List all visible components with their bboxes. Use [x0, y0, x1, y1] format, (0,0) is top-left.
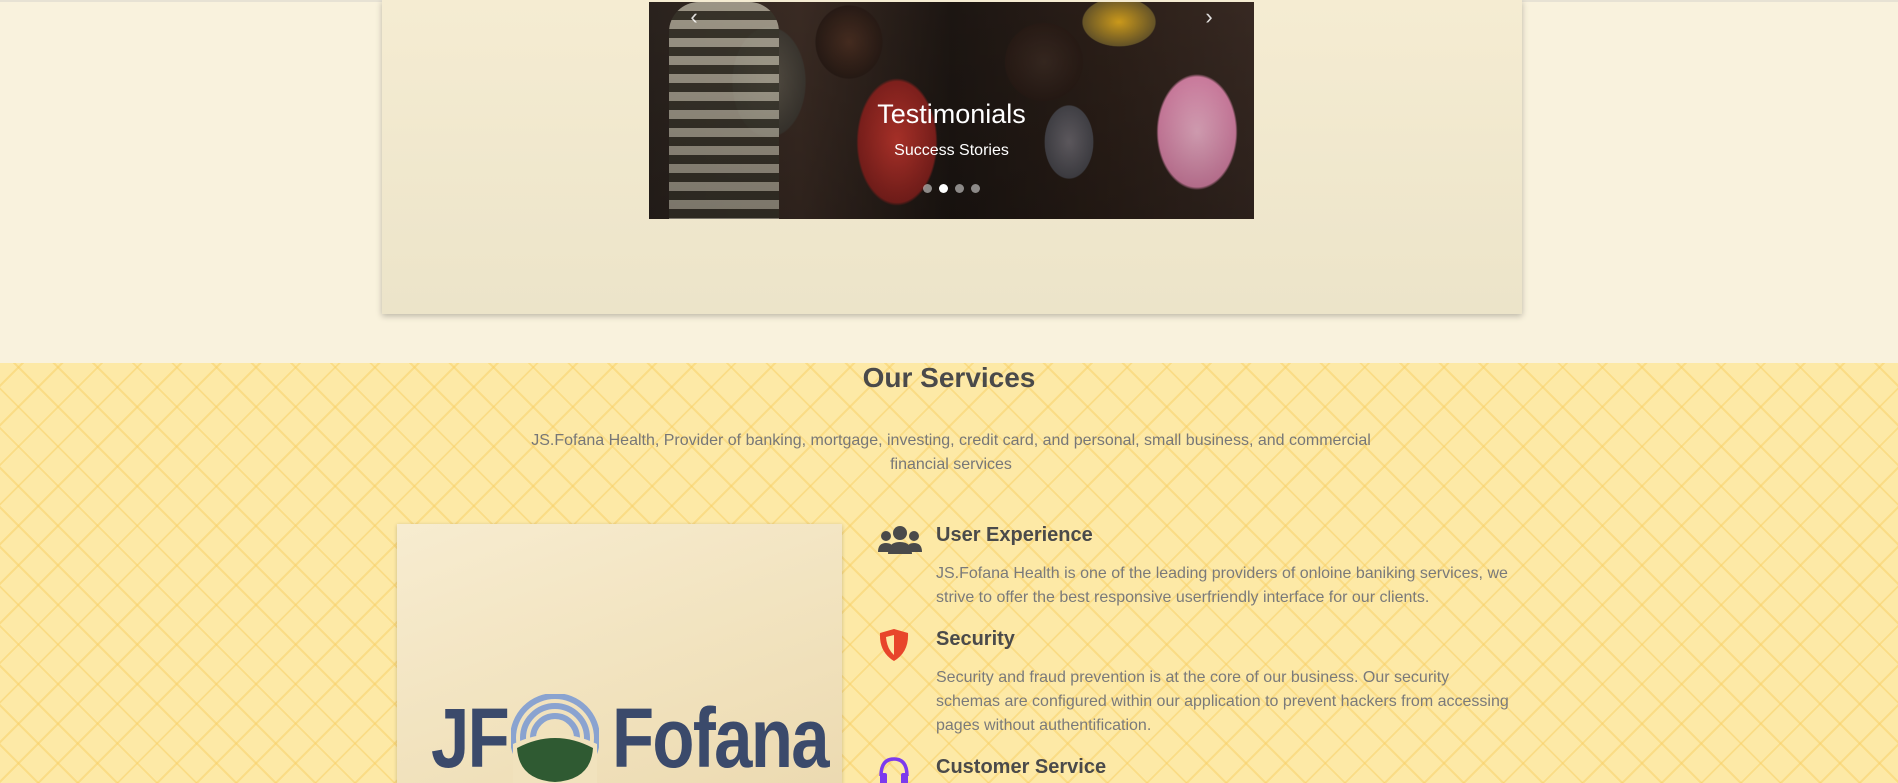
- feature-text: Security and fraud prevention is at the …: [936, 669, 1509, 734]
- chevron-left-icon[interactable]: ‹: [683, 6, 705, 28]
- carousel-indicator-1[interactable]: [923, 184, 932, 193]
- services-description: JS.Fofana Health, Provider of banking, m…: [531, 432, 1371, 473]
- carousel-indicator-2[interactable]: [939, 184, 948, 193]
- carousel-subtitle: Success Stories: [894, 142, 1009, 159]
- services-title: Our Services: [862, 362, 1036, 393]
- logo-emblem-icon: [511, 694, 599, 783]
- company-logo-card: JF Fofana: [397, 524, 842, 783]
- feature-user-experience: User Experience JS.Fofana Health is one …: [878, 524, 1518, 614]
- carousel-indicator-3[interactable]: [955, 184, 964, 193]
- shield-icon: [879, 629, 909, 661]
- feature-security: Security Security and fraud prevention i…: [878, 628, 1518, 738]
- testimonials-carousel[interactable]: Testimonials Success Stories: [649, 2, 1254, 219]
- users-icon: [878, 526, 922, 554]
- carousel-indicator-4[interactable]: [971, 184, 980, 193]
- carousel-title: Testimonials: [877, 99, 1026, 129]
- feature-title: Customer Service: [936, 756, 1107, 778]
- headset-icon: [879, 757, 909, 783]
- logo-text-jf: JF: [431, 691, 510, 783]
- feature-title: User Experience: [936, 524, 1093, 546]
- feature-text: JS.Fofana Health is one of the leading p…: [936, 565, 1508, 606]
- chevron-right-icon[interactable]: ›: [1198, 6, 1220, 28]
- carousel-indicators: [649, 184, 1254, 193]
- feature-title: Security: [936, 628, 1015, 650]
- feature-customer-service: Customer Service: [878, 756, 1518, 783]
- logo-text-fofana: Fofana: [612, 691, 830, 783]
